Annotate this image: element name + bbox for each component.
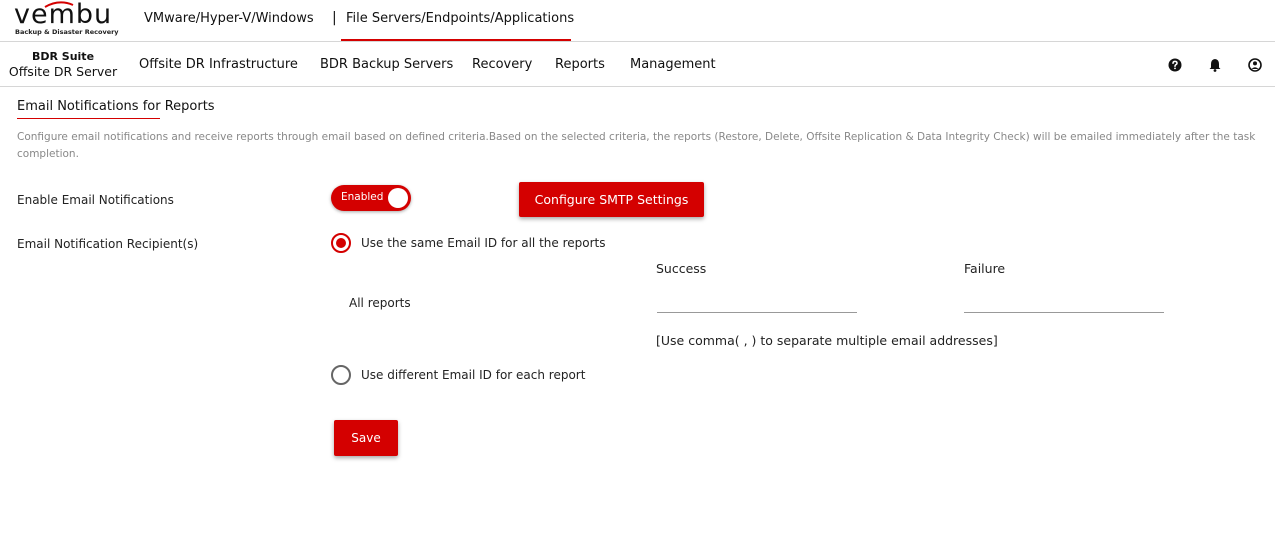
vembu-logo[interactable]: vembu Backup & Disaster Recovery <box>14 0 119 37</box>
page-title: Email Notifications for Reports <box>17 99 215 114</box>
main-nav-bar: BDR Suite Offsite DR Server Offsite DR I… <box>0 42 1275 87</box>
toggle-state-text: Enabled <box>341 191 384 203</box>
nav-offsite-dr-infrastructure[interactable]: Offsite DR Infrastructure <box>139 57 298 72</box>
success-email-input[interactable] <box>657 289 857 313</box>
logo-swoosh-icon <box>44 1 74 8</box>
logo-tagline: Backup & Disaster Recovery <box>15 28 119 36</box>
configure-smtp-settings-button[interactable]: Configure SMTP Settings <box>519 182 704 217</box>
page-title-underline <box>17 118 160 119</box>
nav-bdr-backup-servers[interactable]: BDR Backup Servers <box>320 57 453 72</box>
same-email-radio[interactable] <box>331 233 351 253</box>
nav-management[interactable]: Management <box>630 57 716 72</box>
product-name: BDR Suite <box>31 50 95 63</box>
email-separator-hint: [Use comma( , ) to separate multiple ema… <box>656 333 998 348</box>
product-subtitle: Offsite DR Server <box>8 64 118 79</box>
nav-recovery[interactable]: Recovery <box>472 57 532 72</box>
help-icon[interactable] <box>1168 58 1182 72</box>
email-recipients-label: Email Notification Recipient(s) <box>17 237 199 251</box>
email-notifications-toggle[interactable]: Enabled <box>331 185 411 211</box>
tab-file-servers-endpoints-applications[interactable]: File Servers/Endpoints/Applications <box>346 11 574 26</box>
user-icon[interactable] <box>1248 58 1262 72</box>
failure-column-header: Failure <box>964 261 1006 276</box>
nav-reports[interactable]: Reports <box>555 57 605 72</box>
active-tab-indicator <box>341 39 571 41</box>
different-email-option-label: Use different Email ID for each report <box>361 368 586 382</box>
failure-email-input[interactable] <box>964 289 1164 313</box>
different-email-radio[interactable] <box>331 365 351 385</box>
product-label: BDR Suite Offsite DR Server <box>0 50 126 80</box>
toggle-knob <box>388 188 408 208</box>
top-bar: vembu Backup & Disaster Recovery VMware/… <box>0 0 1275 42</box>
same-email-option-label: Use the same Email ID for all the report… <box>361 236 606 250</box>
page-description: Configure email notifications and receiv… <box>17 131 1256 160</box>
bell-icon[interactable] <box>1208 58 1222 72</box>
enable-email-notifications-label: Enable Email Notifications <box>17 193 174 207</box>
tab-vmware-hyperv-windows[interactable]: VMware/Hyper-V/Windows <box>144 11 314 26</box>
success-column-header: Success <box>656 261 707 276</box>
all-reports-label: All reports <box>349 296 411 310</box>
top-tab-separator: | <box>332 10 337 26</box>
save-button[interactable]: Save <box>334 420 398 456</box>
